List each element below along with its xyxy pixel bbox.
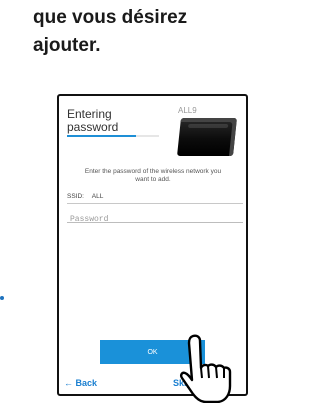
- ssid-row: SSID: ALL: [67, 193, 103, 200]
- heading-line-2: ajouter.: [33, 35, 101, 56]
- ssid-label: SSID:: [67, 193, 84, 200]
- title-progress-fill: [67, 135, 136, 137]
- instruction-line-1: Enter the password of the wireless netwo…: [84, 168, 222, 175]
- instruction-text: Enter the password of the wireless netwo…: [67, 168, 239, 184]
- password-input[interactable]: [67, 212, 246, 227]
- screen-title: Entering password: [67, 108, 157, 134]
- side-bullet-dot: [0, 296, 4, 300]
- pointing-hand-icon: [180, 334, 232, 403]
- heading-line-1: que vous désirez: [33, 7, 188, 28]
- title-progress-track: [67, 135, 159, 137]
- screen-title-line-2: password: [67, 120, 119, 134]
- instruction-line-2: want to add.: [135, 176, 171, 183]
- ssid-divider: [67, 203, 243, 204]
- device-name: ALL9: [178, 106, 197, 115]
- page-heading: que vous désirez ajouter.: [33, 4, 253, 60]
- back-button[interactable]: ← Back: [64, 378, 97, 388]
- ssid-value: ALL: [91, 193, 104, 200]
- password-field[interactable]: [67, 208, 246, 227]
- speaker-image: [177, 118, 237, 156]
